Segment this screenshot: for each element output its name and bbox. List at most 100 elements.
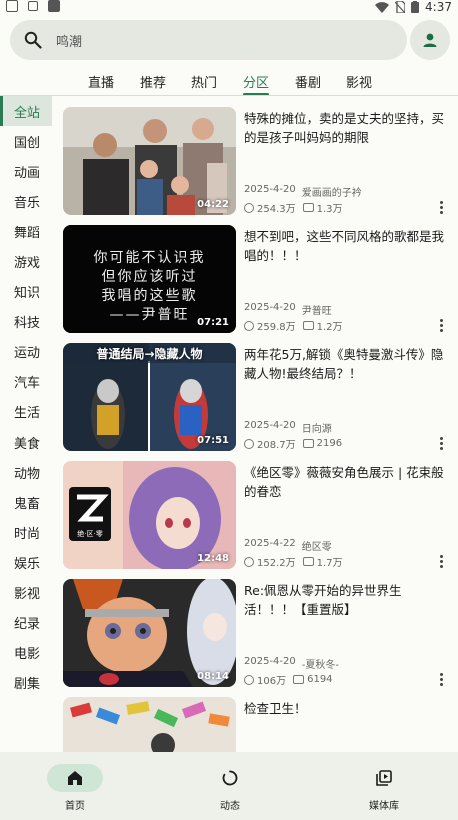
top-tabs: 直播 推荐 热门 分区 番剧 影视 [0,66,458,96]
video-author[interactable]: 尹普旺 [302,302,332,317]
video-author[interactable]: 日向源 [302,420,332,435]
sidebar-item-tech[interactable]: 科技 [0,307,52,337]
video-meta-date-author: 2025-4-20 尹普旺 [244,302,332,317]
video-author[interactable]: 绝区零 [302,538,332,553]
video-title[interactable]: Re:佩恩从零开始的异世界生活！！！【重置版】 [244,581,444,619]
video-title[interactable]: 两年花5万,解锁《奥特曼激斗传》隐藏人物!最终结局？！ [244,345,444,383]
video-title[interactable]: 想不到吧，这些不同风格的歌都是我唱的！！！ [244,227,444,265]
nav-home[interactable]: 首页 [25,764,125,812]
video-card[interactable]: 绝·区·零 12:48 《绝区零》薇薇安角色展示 | 花束般的眷恋 2025-4… [52,461,458,569]
sidebar-item-life[interactable]: 生活 [0,397,52,427]
sidebar-item-sports[interactable]: 运动 [0,337,52,367]
video-author[interactable]: 爱画画的子衿 [302,184,362,199]
more-options-icon[interactable] [440,437,444,450]
video-duration: 08:14 [197,671,229,682]
sidebar-item-all[interactable]: 全站 [0,96,52,127]
thumbnail-image [63,697,236,752]
search-input[interactable]: 鸣潮 [10,20,407,60]
video-date: 2025-4-20 [244,184,296,195]
video-danmaku: 1.3万 [316,204,343,215]
thumbnail-caption: 普通结局→隐藏人物 [96,347,203,361]
video-duration: 04:22 [197,199,229,210]
tab-recommend[interactable]: 推荐 [140,72,166,91]
video-feed: 04:22 特殊的摊位，卖的是丈夫的坚持，买的是孩子叫妈妈的期限 2025-4-… [52,96,458,752]
sidebar-item-film-tv[interactable]: 影视 [0,578,52,608]
sidebar-item-animation[interactable]: 动画 [0,156,52,186]
video-author[interactable]: -夏秋冬- [302,656,339,671]
home-icon [68,771,82,785]
sidebar-item-documentary[interactable]: 纪录 [0,608,52,638]
video-title[interactable]: 《绝区零》薇薇安角色展示 | 花束般的眷恋 [244,463,444,501]
sidebar-item-kichiku[interactable]: 鬼畜 [0,487,52,517]
dynamic-icon [222,770,238,786]
sidebar-item-game[interactable]: 游戏 [0,246,52,276]
more-options-icon[interactable] [440,201,444,214]
video-title[interactable]: 检查卫生！ [244,699,444,718]
sidebar-item-drama[interactable]: 剧集 [0,668,52,698]
video-card[interactable]: 04:22 特殊的摊位，卖的是丈夫的坚持，买的是孩子叫妈妈的期限 2025-4-… [52,107,458,215]
play-count-icon [244,320,254,331]
more-options-icon[interactable] [440,673,444,686]
nav-dynamic[interactable]: 动态 [180,764,280,812]
video-plays: 208.7万 [257,440,296,451]
search-icon [24,31,42,49]
danmaku-icon [293,675,305,684]
nav-media-library-label: 媒体库 [369,801,399,812]
video-danmaku: 2196 [316,438,343,449]
battery-icon [411,1,420,13]
video-thumbnail[interactable] [63,697,236,752]
video-meta-date-author: 2025-4-20 日向源 [244,420,332,435]
sidebar-item-knowledge[interactable]: 知识 [0,277,52,307]
video-card[interactable]: 08:14 Re:佩恩从零开始的异世界生活！！！【重置版】 2025-4-20 … [52,579,458,687]
sidebar-item-entertainment[interactable]: 娱乐 [0,547,52,577]
nav-media-library-pill [356,764,412,792]
video-duration: 07:21 [197,317,229,328]
video-stats: 259.8万 1.2万 [244,318,343,333]
danmaku-icon [302,321,314,330]
tab-hot[interactable]: 热门 [191,72,217,91]
tab-bangumi[interactable]: 番剧 [295,72,321,91]
sidebar-item-dance[interactable]: 舞蹈 [0,216,52,246]
sidebar-item-movie[interactable]: 电影 [0,638,52,668]
video-meta-date-author: 2025-4-20 -夏秋冬- [244,656,339,671]
video-thumbnail[interactable]: 08:14 [63,579,236,687]
video-thumbnail[interactable]: 你可能不认识我 但你应该听过 我唱的这些歌 ——尹普旺 07:21 [63,225,236,333]
app-notification-icon [48,0,60,12]
danmaku-icon [302,439,314,448]
play-count-icon [244,674,254,685]
video-thumbnail[interactable]: 绝·区·零 12:48 [63,461,236,569]
video-thumbnail[interactable]: 普通结局→隐藏人物 07:51 [63,343,236,451]
video-date: 2025-4-22 [244,538,296,549]
sidebar-item-fashion[interactable]: 时尚 [0,517,52,547]
video-stats: 106万 6194 [244,672,333,687]
qr-icon [28,1,38,11]
video-card[interactable]: 你可能不认识我 但你应该听过 我唱的这些歌 ——尹普旺 07:21 想不到吧，这… [52,225,458,333]
category-sidebar: 全站 国创 动画 音乐 舞蹈 游戏 知识 科技 运动 汽车 生活 美食 动物 鬼… [0,96,52,698]
video-danmaku: 1.7万 [316,558,343,569]
video-card[interactable]: 检查卫生！ [52,697,458,752]
video-stats: 208.7万 2196 [244,436,342,451]
tab-live[interactable]: 直播 [88,72,114,91]
video-stats: 152.2万 1.7万 [244,554,343,569]
more-options-icon[interactable] [440,555,444,568]
thumbnail-caption: 绝·区·零 [77,530,103,538]
account-button[interactable] [410,20,450,60]
sidebar-item-food[interactable]: 美食 [0,427,52,457]
tab-movies[interactable]: 影视 [346,72,372,91]
video-date: 2025-4-20 [244,302,296,313]
sidebar-item-animal[interactable]: 动物 [0,457,52,487]
status-left-icons [6,0,60,12]
sidebar-item-music[interactable]: 音乐 [0,186,52,216]
nav-media-library[interactable]: 媒体库 [334,764,434,812]
sidebar-item-guochuang[interactable]: 国创 [0,126,52,156]
sidebar-item-car[interactable]: 汽车 [0,367,52,397]
more-options-icon[interactable] [440,319,444,332]
nav-home-pill [47,764,103,792]
video-plays: 259.8万 [257,322,296,333]
video-thumbnail[interactable]: 04:22 [63,107,236,215]
media-library-icon [376,770,392,786]
video-title[interactable]: 特殊的摊位，卖的是丈夫的坚持，买的是孩子叫妈妈的期限 [244,109,444,147]
tab-category[interactable]: 分区 [243,72,269,91]
video-card[interactable]: 普通结局→隐藏人物 07:51 两年花5万,解锁《奥特曼激斗传》隐藏人物!最终结… [52,343,458,451]
video-date: 2025-4-20 [244,656,296,667]
